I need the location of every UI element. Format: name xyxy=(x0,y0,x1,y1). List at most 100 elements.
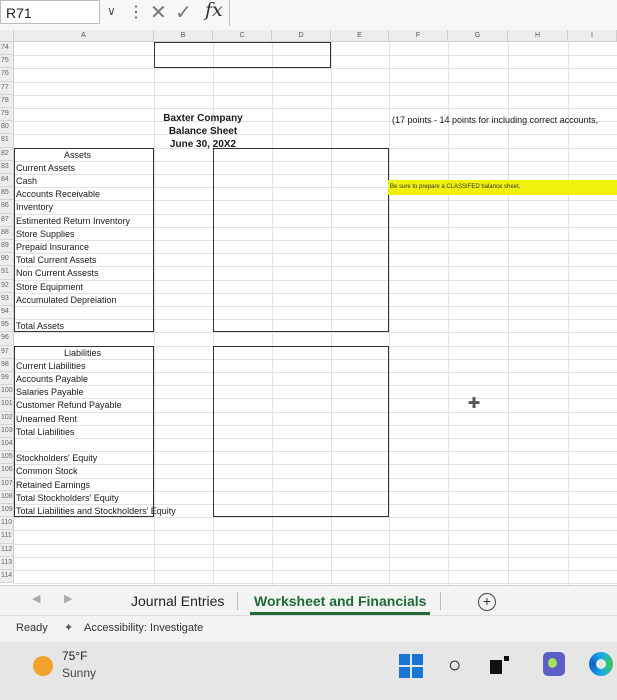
account-label[interactable]: Salaries Payable xyxy=(16,386,84,398)
accessibility-status[interactable]: Accessibility: Investigate xyxy=(84,622,203,634)
row-header[interactable]: 92 xyxy=(0,279,14,293)
windows-start-icon[interactable] xyxy=(399,654,423,678)
row-header[interactable]: 101 xyxy=(0,398,14,412)
confirm-entry-icon[interactable]: ✓ xyxy=(175,0,192,25)
account-label[interactable]: Total Assets xyxy=(16,320,64,332)
insert-function-button[interactable]: fx xyxy=(205,0,223,21)
weather-condition[interactable]: Sunny xyxy=(62,666,96,680)
weather-temperature[interactable]: 75°F xyxy=(62,649,87,663)
account-label[interactable]: Total Stockholders' Equity xyxy=(16,492,119,504)
account-label[interactable]: Store Supplies xyxy=(16,228,75,240)
row-header[interactable]: 100 xyxy=(0,385,14,399)
row-header[interactable]: 86 xyxy=(0,200,14,214)
row-header[interactable]: 82 xyxy=(0,147,14,161)
account-label[interactable]: Total Current Assets xyxy=(16,254,97,266)
tab-journal-entries[interactable]: Journal Entries xyxy=(127,590,228,612)
row-header[interactable]: 98 xyxy=(0,358,14,372)
row-header[interactable]: 96 xyxy=(0,332,14,346)
row-header[interactable]: 84 xyxy=(0,174,14,188)
row-header[interactable]: 93 xyxy=(0,292,14,306)
row-header[interactable]: 108 xyxy=(0,490,14,504)
search-icon[interactable]: ○ xyxy=(448,652,461,678)
sheet-tabs-bar: ◀ ▶ Journal Entries Worksheet and Financ… xyxy=(0,585,617,616)
row-header[interactable]: 89 xyxy=(0,240,14,254)
account-label[interactable]: Estimented Return Inventory xyxy=(16,215,130,227)
row-header[interactable]: 111 xyxy=(0,530,14,544)
row-header[interactable]: 102 xyxy=(0,411,14,425)
account-label[interactable]: Inventory xyxy=(16,201,53,213)
column-header[interactable]: E xyxy=(331,30,389,42)
account-label[interactable]: Store Equipment xyxy=(16,281,83,293)
row-header[interactable]: 75 xyxy=(0,55,14,69)
row-header[interactable]: 106 xyxy=(0,464,14,478)
column-header[interactable]: B xyxy=(154,30,213,42)
row-header[interactable]: 87 xyxy=(0,213,14,227)
row-header[interactable]: 88 xyxy=(0,226,14,240)
task-view-icon[interactable] xyxy=(490,656,509,674)
row-header[interactable]: 105 xyxy=(0,451,14,465)
account-label[interactable]: Common Stock xyxy=(16,465,78,477)
tab-scroll-left-icon[interactable]: ◀ xyxy=(32,592,40,605)
row-header[interactable]: 112 xyxy=(0,543,14,557)
account-label[interactable]: Accounts Payable xyxy=(16,373,88,385)
row-header[interactable]: 91 xyxy=(0,266,14,280)
row-header[interactable]: 107 xyxy=(0,477,14,491)
cancel-entry-icon[interactable]: ✕ xyxy=(150,0,167,25)
edge-browser-icon[interactable] xyxy=(589,652,613,676)
account-label[interactable]: Stockholders' Equity xyxy=(16,452,97,464)
account-label[interactable]: Accounts Receivable xyxy=(16,188,100,200)
account-label[interactable]: Prepaid Insurance xyxy=(16,241,89,253)
tab-scroll-right-icon[interactable]: ▶ xyxy=(64,592,72,605)
row-header[interactable]: 76 xyxy=(0,68,14,82)
chat-app-icon[interactable] xyxy=(543,652,565,676)
column-header[interactable]: A xyxy=(14,30,154,42)
chevron-down-icon[interactable]: ∨ xyxy=(107,4,116,18)
column-header[interactable]: G xyxy=(448,30,508,42)
accessibility-icon[interactable]: ✦ xyxy=(64,621,73,634)
spreadsheet-grid[interactable]: A B C D E F G H I 74 75 76 77 78 79 80 81 82 83 84 85 86 87 88 8… xyxy=(0,30,617,585)
account-label[interactable]: Customer Refund Payable xyxy=(16,399,122,411)
row-header[interactable]: 77 xyxy=(0,81,14,95)
account-label[interactable]: Cash xyxy=(16,175,37,187)
column-header[interactable]: H xyxy=(508,30,568,42)
name-box[interactable]: R71 xyxy=(0,0,100,24)
select-all-corner[interactable] xyxy=(0,30,14,42)
account-label[interactable]: Unearned Rent xyxy=(16,413,77,425)
row-header[interactable]: 109 xyxy=(0,504,14,518)
row-header[interactable]: 83 xyxy=(0,160,14,174)
status-bar: Ready ✦ Accessibility: Investigate xyxy=(0,615,617,643)
row-header[interactable]: 94 xyxy=(0,306,14,320)
row-header[interactable]: 90 xyxy=(0,253,14,267)
tab-worksheet-and-financials[interactable]: Worksheet and Financials xyxy=(250,590,431,615)
account-label[interactable]: Current Assets xyxy=(16,162,75,174)
add-sheet-button[interactable]: + xyxy=(478,593,496,611)
account-label[interactable]: Total Liabilities and Stockholders' Equi… xyxy=(16,505,176,517)
row-header[interactable]: 99 xyxy=(0,372,14,386)
column-header[interactable]: C xyxy=(213,30,272,42)
row-header[interactable]: 85 xyxy=(0,187,14,201)
row-header[interactable]: 97 xyxy=(0,345,14,359)
account-label[interactable]: Non Current Assests xyxy=(16,267,99,279)
row-header[interactable]: 104 xyxy=(0,438,14,452)
row-header[interactable]: 95 xyxy=(0,319,14,333)
row-header[interactable]: 80 xyxy=(0,121,14,135)
row-header[interactable]: 113 xyxy=(0,556,14,570)
column-header[interactable]: D xyxy=(272,30,331,42)
more-options-icon[interactable]: ⋮ xyxy=(128,2,144,22)
sun-icon[interactable] xyxy=(33,656,53,676)
account-label[interactable]: Retained Earnings xyxy=(16,479,90,491)
row-header[interactable]: 110 xyxy=(0,517,14,531)
account-label[interactable]: Current Liabilities xyxy=(16,360,86,372)
account-label[interactable]: Assets xyxy=(64,149,91,161)
row-header[interactable]: 114 xyxy=(0,570,14,584)
row-header[interactable]: 103 xyxy=(0,424,14,438)
account-label[interactable]: Liabilities xyxy=(64,347,101,359)
account-label[interactable]: Total Liabilities xyxy=(16,426,75,438)
row-header[interactable]: 74 xyxy=(0,42,14,56)
row-header[interactable]: 78 xyxy=(0,94,14,108)
row-header[interactable]: 81 xyxy=(0,134,14,148)
column-header[interactable]: F xyxy=(389,30,448,42)
row-header[interactable]: 79 xyxy=(0,108,14,122)
column-header[interactable]: I xyxy=(568,30,617,42)
account-label[interactable]: Accumulated Depreiation xyxy=(16,294,117,306)
